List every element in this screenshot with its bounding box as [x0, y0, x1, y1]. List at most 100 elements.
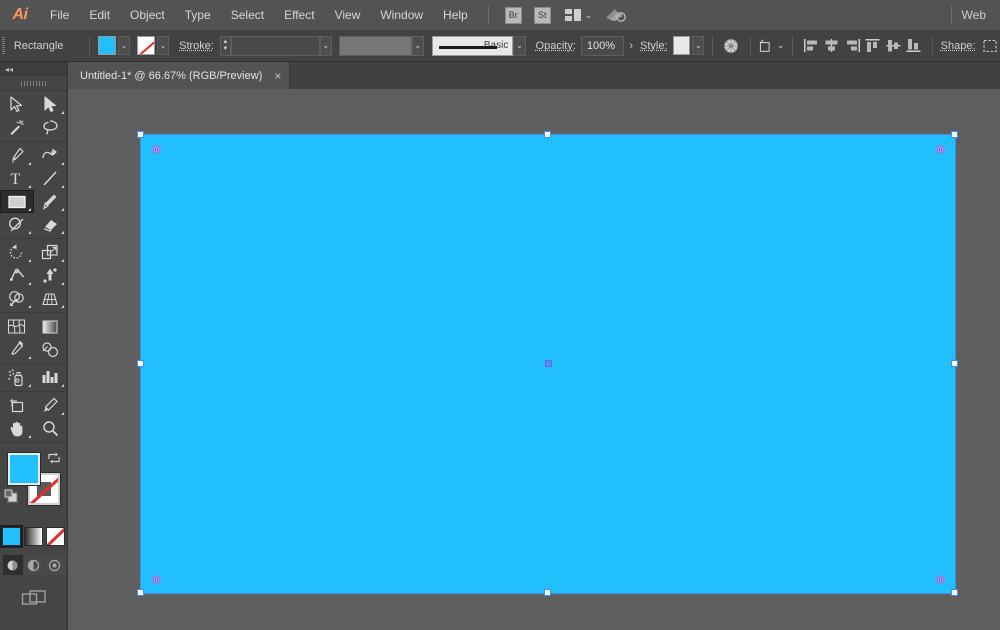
stock-button[interactable]: St — [533, 6, 551, 24]
canvas-area[interactable] — [68, 89, 1000, 630]
change-screen-mode-button[interactable] — [0, 589, 67, 609]
scale-tool-icon — [42, 244, 58, 260]
stroke-dropdown[interactable]: ⌄ — [156, 36, 170, 55]
more-tools-icon — [27, 231, 31, 234]
align-bottom-button[interactable] — [903, 34, 923, 58]
brush-dropdown[interactable]: ⌄ — [513, 35, 526, 56]
stroke-weight-stepper[interactable]: ▲ ▼ — [219, 35, 231, 56]
menu-effect[interactable]: Effect — [274, 0, 324, 30]
bridge-button[interactable]: Br — [504, 6, 522, 24]
arrange-documents-button[interactable]: ⌄ — [564, 9, 592, 21]
opacity-input[interactable]: 100% — [580, 35, 625, 56]
rotate-tool[interactable] — [0, 241, 34, 264]
align-left-button[interactable] — [801, 34, 821, 58]
free-transform-tool[interactable] — [34, 264, 68, 287]
selection-handle-bottom-center[interactable] — [544, 589, 551, 596]
selection-tool[interactable] — [0, 93, 34, 116]
selection-handle-top-right[interactable] — [951, 131, 958, 138]
variable-width-dropdown[interactable]: ⌄ — [411, 35, 424, 56]
control-bar-grip[interactable] — [0, 30, 8, 62]
live-corner-widget-bottom-right[interactable] — [936, 575, 945, 584]
zoom-tool[interactable] — [34, 417, 68, 440]
paintbrush-tool[interactable] — [34, 190, 68, 213]
draw-normal-button[interactable] — [2, 555, 23, 575]
shaper-tool[interactable] — [0, 213, 34, 236]
blend-tool[interactable] — [34, 338, 68, 361]
shape-properties-button[interactable] — [980, 34, 1000, 58]
live-corner-widget-bottom-left[interactable] — [152, 575, 161, 584]
rectangle-tool[interactable] — [0, 190, 34, 213]
transform-button[interactable]: ⌄ — [758, 34, 784, 58]
stroke-label[interactable]: Stroke: — [179, 40, 214, 52]
scale-tool[interactable] — [34, 241, 68, 264]
menu-edit[interactable]: Edit — [79, 0, 120, 30]
stroke-weight-input[interactable] — [230, 35, 320, 56]
adobe-stock-button[interactable] — [604, 7, 628, 23]
selection-handle-top-left[interactable] — [137, 131, 144, 138]
curvature-tool[interactable] — [34, 144, 68, 167]
menu-object[interactable]: Object — [120, 0, 175, 30]
style-dropdown[interactable]: ⌄ — [692, 36, 705, 55]
magic-wand-tool[interactable] — [0, 116, 34, 139]
collapse-panel-button[interactable]: ◂◂ — [0, 62, 67, 76]
document-tab[interactable]: Untitled-1* @ 66.67% (RGB/Preview) × — [68, 62, 291, 89]
type-tool[interactable]: T — [0, 167, 34, 190]
eyedropper-tool[interactable] — [0, 338, 34, 361]
width-tool[interactable] — [0, 264, 34, 287]
mesh-tool[interactable] — [0, 315, 34, 338]
style-label[interactable]: Style: — [640, 40, 668, 52]
lasso-tool[interactable] — [34, 116, 68, 139]
align-vertical-center-button[interactable] — [883, 34, 903, 58]
default-fill-stroke-button[interactable] — [4, 489, 19, 509]
toolbar-fill-swatch[interactable] — [7, 452, 41, 486]
slice-tool[interactable] — [34, 394, 68, 417]
selection-handle-bottom-right[interactable] — [951, 589, 958, 596]
brush-definition[interactable]: Basic — [431, 35, 514, 56]
menu-window[interactable]: Window — [370, 0, 433, 30]
close-icon[interactable]: × — [274, 69, 281, 83]
align-right-button[interactable] — [842, 34, 862, 58]
menu-type[interactable]: Type — [175, 0, 221, 30]
selection-handle-middle-left[interactable] — [137, 360, 144, 367]
workspace-switcher[interactable]: Web — [962, 8, 1000, 22]
direct-selection-tool[interactable] — [34, 93, 68, 116]
perspective-grid-tool[interactable] — [34, 287, 68, 310]
shape-label[interactable]: Shape: — [941, 40, 976, 52]
menu-file[interactable]: File — [40, 0, 79, 30]
shape-builder-tool[interactable] — [0, 287, 34, 310]
artboard-tool[interactable] — [0, 394, 34, 417]
draw-behind-button[interactable] — [23, 555, 44, 575]
toolbar-grip[interactable] — [0, 76, 67, 90]
fill-swatch[interactable] — [98, 36, 116, 55]
align-horizontal-center-button[interactable] — [822, 34, 842, 58]
menu-view[interactable]: View — [325, 0, 371, 30]
column-graph-tool[interactable] — [34, 366, 68, 389]
symbol-sprayer-tool[interactable] — [0, 366, 34, 389]
stroke-weight-dropdown[interactable]: ⌄ — [319, 35, 332, 56]
hand-tool[interactable] — [0, 417, 34, 440]
menu-select[interactable]: Select — [221, 0, 274, 30]
gradient-button[interactable] — [24, 527, 43, 546]
opacity-label[interactable]: Opacity: — [536, 40, 576, 52]
selection-handle-middle-right[interactable] — [951, 360, 958, 367]
menu-help[interactable]: Help — [433, 0, 478, 30]
swap-fill-stroke-button[interactable] — [47, 451, 61, 470]
pen-tool[interactable] — [0, 144, 34, 167]
recolor-artwork-button[interactable] — [721, 34, 741, 58]
none-button[interactable] — [46, 527, 65, 546]
live-corner-widget-top-right[interactable] — [936, 145, 945, 154]
graphic-style-swatch[interactable] — [672, 36, 691, 55]
align-top-button[interactable] — [863, 34, 883, 58]
variable-width-profile[interactable] — [338, 35, 412, 56]
draw-inside-button[interactable] — [44, 555, 65, 575]
selection-handle-top-center[interactable] — [544, 131, 551, 138]
eraser-tool[interactable] — [34, 213, 68, 236]
fill-dropdown[interactable]: ⌄ — [117, 36, 131, 55]
color-button[interactable] — [2, 527, 21, 546]
gradient-tool[interactable] — [34, 315, 68, 338]
live-corner-widget-top-left[interactable] — [152, 145, 161, 154]
line-segment-tool[interactable] — [34, 167, 68, 190]
stroke-swatch[interactable] — [137, 36, 155, 55]
selection-handle-bottom-left[interactable] — [137, 589, 144, 596]
opacity-options-button[interactable]: › — [624, 40, 638, 52]
